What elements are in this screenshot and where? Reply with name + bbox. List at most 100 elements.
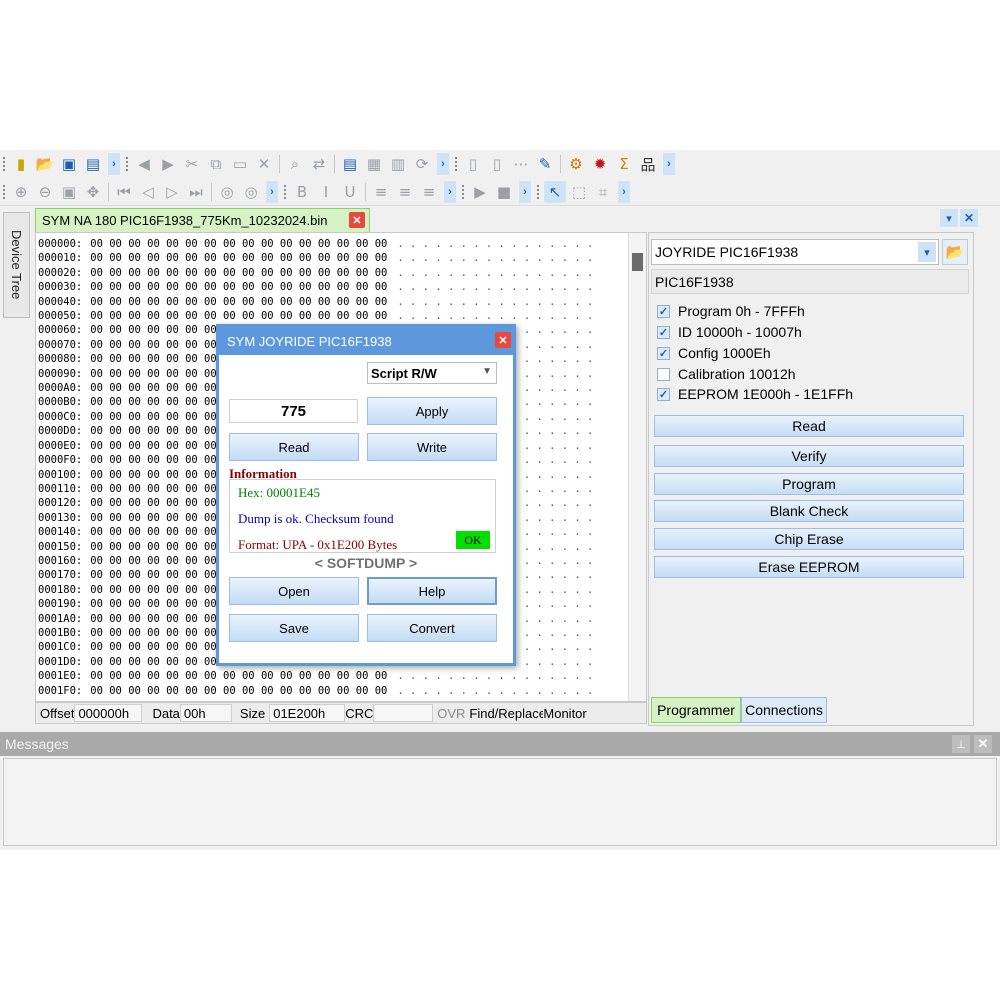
chip-icon[interactable]: ▮: [10, 153, 32, 175]
device-select[interactable]: JOYRIDE PIC16F1938 ▾: [651, 239, 939, 265]
edit-icon[interactable]: ✎: [534, 153, 556, 175]
network-icon[interactable]: 品: [637, 153, 659, 175]
monitor-status[interactable]: Monitor: [543, 706, 603, 721]
hex-ascii[interactable]: . . . . . . . . . . . . . . . .: [397, 281, 593, 293]
paste-icon[interactable]: ▭: [229, 153, 251, 175]
scrollbar-thumb[interactable]: [632, 253, 643, 271]
toolbar-grip[interactable]: [284, 184, 286, 199]
verify-button[interactable]: Verify: [654, 445, 964, 467]
close-icon[interactable]: ✕: [960, 209, 978, 227]
hex-row[interactable]: 000020: 00 00 00 00 00 00 00 00 00 00 00 …: [38, 266, 593, 280]
hex-row[interactable]: 000010: 00 00 00 00 00 00 00 00 00 00 00 …: [38, 251, 593, 265]
hex-ascii[interactable]: . . . . . . . . . . . . . . . .: [397, 238, 593, 250]
page2-icon[interactable]: ▯: [486, 153, 508, 175]
hex-ascii[interactable]: . . . . . . . . . . . . . . . .: [397, 310, 593, 322]
apply-button[interactable]: Apply: [367, 397, 497, 425]
checkbox[interactable]: ✓: [657, 325, 670, 339]
next-icon[interactable]: ▷: [161, 181, 183, 203]
mileage-input[interactable]: 775: [229, 399, 358, 423]
close-icon[interactable]: ✕: [495, 332, 511, 348]
hex-bytes[interactable]: 00 00 00 00 00 00 00 00 00 00 00 00 00 0…: [90, 685, 387, 697]
bug-icon[interactable]: ✹: [589, 153, 611, 175]
align-center-icon[interactable]: ≡: [394, 181, 416, 203]
toolbar-grip[interactable]: [455, 157, 457, 171]
save-icon[interactable]: ▣: [58, 153, 80, 175]
hex-row[interactable]: 000050: 00 00 00 00 00 00 00 00 00 00 00 …: [38, 309, 593, 323]
tab-connections[interactable]: Connections: [741, 697, 827, 723]
stop-icon[interactable]: ■: [493, 181, 515, 203]
close-icon[interactable]: ✕: [349, 212, 365, 228]
undo-icon[interactable]: ◀: [133, 153, 155, 175]
cut-icon[interactable]: ✂: [181, 153, 203, 175]
copy-icon[interactable]: ⧉: [205, 153, 227, 175]
chevron-down-icon[interactable]: ▾: [918, 242, 936, 262]
align-left-icon[interactable]: ≡: [370, 181, 392, 203]
open-button[interactable]: Open: [229, 577, 359, 605]
document-icon[interactable]: ▤: [339, 153, 361, 175]
checkbox[interactable]: ✓: [657, 304, 670, 318]
read-button[interactable]: Read: [654, 415, 964, 437]
italic-icon[interactable]: I: [315, 181, 337, 203]
memory-option-id[interactable]: ✓ ID 10000h - 10007h: [657, 322, 802, 342]
hex-row[interactable]: 000040: 00 00 00 00 00 00 00 00 00 00 00 …: [38, 295, 593, 309]
hex-scrollbar[interactable]: [628, 233, 646, 701]
file-tab[interactable]: SYM NA 180 PIC16F1938_775Km_10232024.bin…: [35, 208, 370, 232]
convert-button[interactable]: Convert: [367, 614, 497, 642]
toolbar-overflow-chevron[interactable]: ›: [444, 180, 456, 203]
zoom-in-icon[interactable]: ⊕: [10, 181, 32, 203]
hex-ascii[interactable]: . . . . . . . . . . . . . . . .: [397, 296, 593, 308]
redo-icon[interactable]: ▶: [157, 153, 179, 175]
hex-row[interactable]: 0001E0: 00 00 00 00 00 00 00 00 00 00 00 …: [38, 669, 593, 683]
page-icon[interactable]: ▯: [462, 153, 484, 175]
blank-check-button[interactable]: Blank Check: [654, 500, 964, 522]
save-button[interactable]: Save: [229, 614, 359, 642]
chevron-down-icon[interactable]: ▾: [940, 209, 958, 227]
checkbox[interactable]: ✓: [657, 387, 670, 401]
find-replace-status[interactable]: Find/Replace: [469, 706, 543, 721]
checkbox[interactable]: [657, 367, 670, 381]
binary-view-icon[interactable]: ▥: [387, 153, 409, 175]
folder-icon[interactable]: 📂: [942, 239, 968, 265]
hex-bytes[interactable]: 00 00 00 00 00 00 00 00 00 00 00 00 00 0…: [90, 296, 387, 308]
dialog-title-bar[interactable]: SYM JOYRIDE PIC16F1938 ✕: [219, 327, 513, 355]
hex-ascii[interactable]: . . . . . . . . . . . . . . . .: [397, 685, 593, 697]
hex-ascii[interactable]: . . . . . . . . . . . . . . . .: [397, 267, 593, 279]
hex-row[interactable]: 000000: 00 00 00 00 00 00 00 00 00 00 00 …: [38, 237, 593, 251]
replace-icon[interactable]: ⇄: [308, 153, 330, 175]
sigma-icon[interactable]: Σ: [613, 153, 635, 175]
chevron-down-icon[interactable]: ▼: [482, 366, 492, 377]
toolbar-overflow-chevron[interactable]: ›: [618, 180, 630, 203]
open-folder-icon[interactable]: 📂: [34, 153, 56, 175]
hex-ascii[interactable]: . . . . . . . . . . . . . . . .: [397, 252, 593, 264]
zoom-out-icon[interactable]: ⊖: [34, 181, 56, 203]
hex-view-icon[interactable]: ▦: [363, 153, 385, 175]
toolbar-grip[interactable]: [126, 157, 128, 171]
toolbar-grip[interactable]: [537, 184, 539, 199]
erase-eeprom-button[interactable]: Erase EEPROM: [654, 556, 964, 578]
find-icon[interactable]: ⌕: [284, 153, 306, 175]
toolbar-overflow-chevron[interactable]: ›: [108, 153, 120, 175]
play-icon[interactable]: ▶: [469, 181, 491, 203]
fit-icon[interactable]: ▣: [58, 181, 80, 203]
device-tree-tab[interactable]: Device Tree: [3, 212, 30, 318]
close-icon[interactable]: ✕: [974, 735, 992, 753]
chip-erase-button[interactable]: Chip Erase: [654, 528, 964, 550]
write-button[interactable]: Write: [367, 433, 497, 461]
hex-ascii[interactable]: . . . . . . . . . . . . . . . .: [397, 670, 593, 682]
checkbox[interactable]: ✓: [657, 346, 670, 360]
delete-icon[interactable]: ✕: [253, 153, 275, 175]
last-icon[interactable]: ⏭: [185, 181, 207, 203]
prev-icon[interactable]: ◁: [137, 181, 159, 203]
hex-bytes[interactable]: 00 00 00 00 00 00 00 00 00 00 00 00 00 0…: [90, 252, 387, 264]
script-select[interactable]: Script R/W ▼: [367, 362, 497, 384]
help-button[interactable]: Help: [367, 577, 497, 605]
memory-option-eeprom[interactable]: ✓ EEPROM 1E000h - 1E1FFh: [657, 384, 853, 404]
align-right-icon[interactable]: ≡: [418, 181, 440, 203]
program-button[interactable]: Program: [654, 473, 964, 495]
memory-option-calibration[interactable]: Calibration 10012h: [657, 364, 796, 384]
hex-row[interactable]: 000030: 00 00 00 00 00 00 00 00 00 00 00 …: [38, 280, 593, 294]
grid-icon[interactable]: ⋯: [510, 153, 532, 175]
toolbar-overflow-chevron[interactable]: ›: [519, 180, 531, 203]
hex-bytes[interactable]: 00 00 00 00 00 00 00 00 00 00 00 00 00 0…: [90, 670, 387, 682]
forward-icon[interactable]: ◎: [240, 181, 262, 203]
